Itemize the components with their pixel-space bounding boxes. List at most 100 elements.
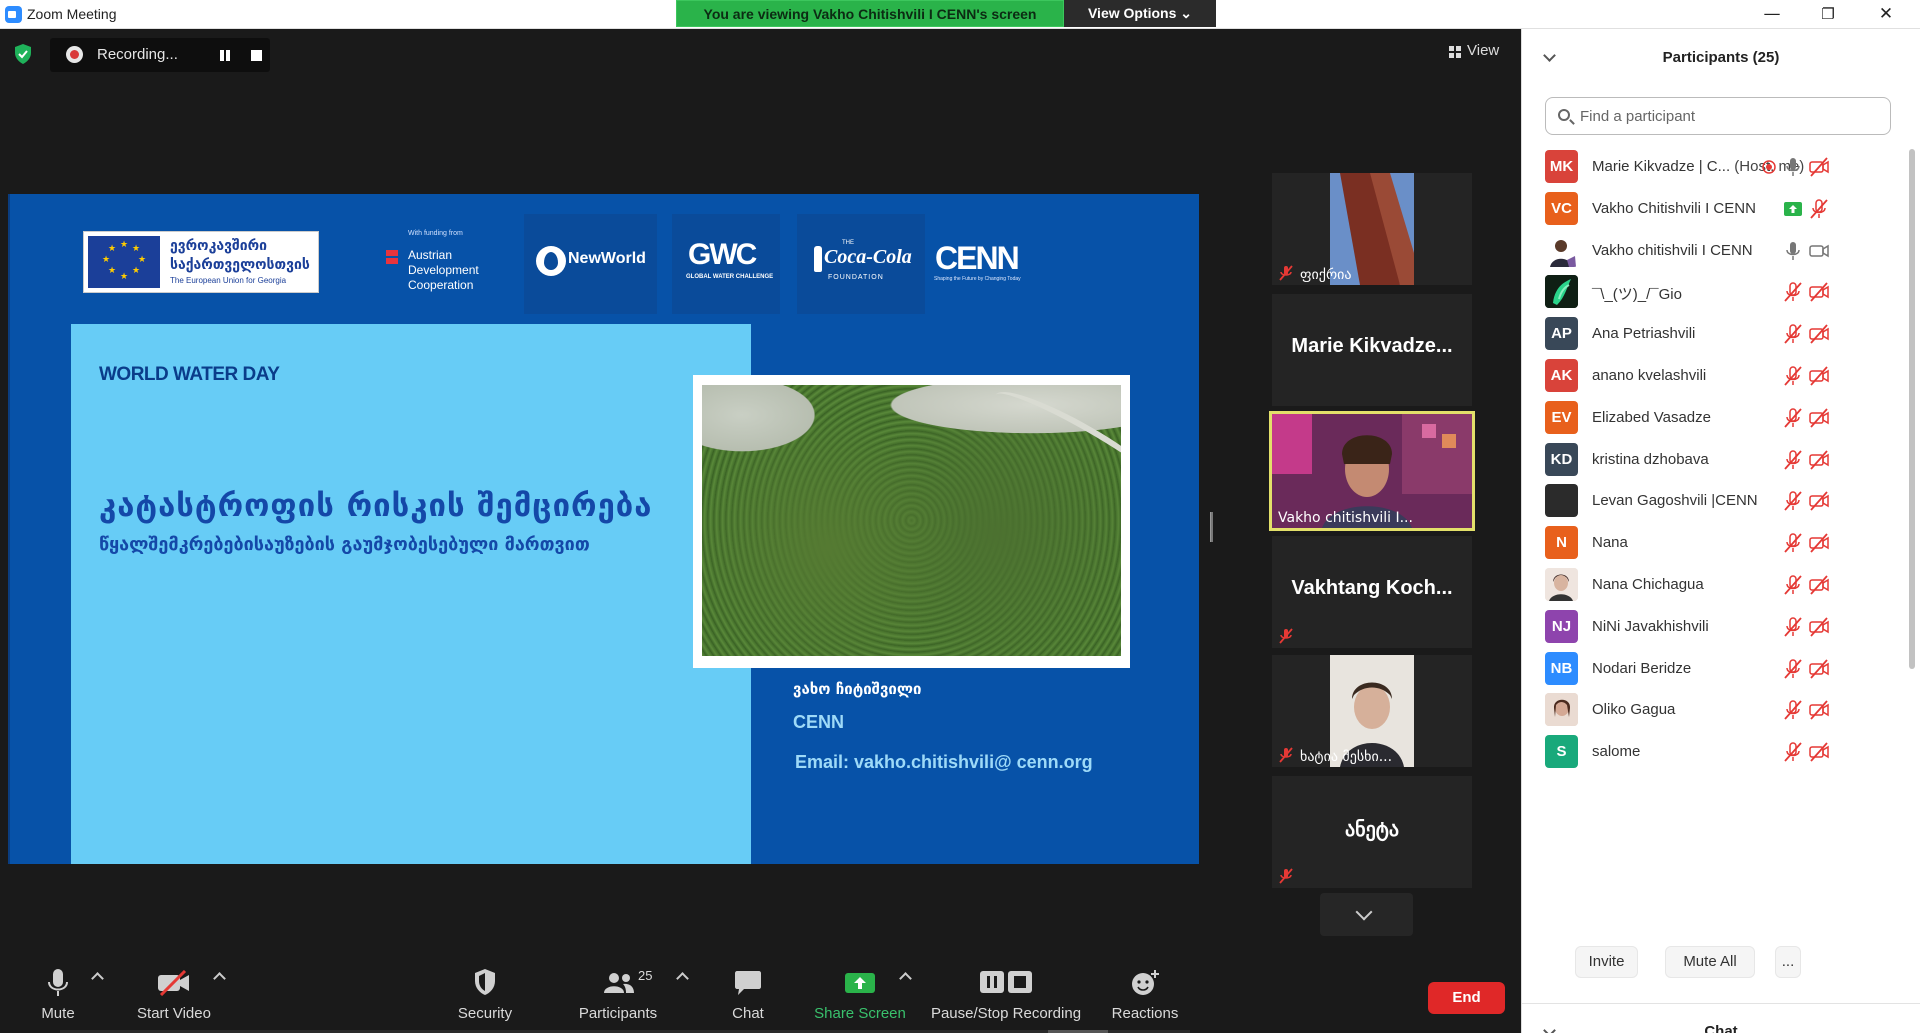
mic-muted-icon[interactable] — [1782, 532, 1804, 554]
reactions-button[interactable]: Reactions — [1102, 958, 1188, 1033]
participant-name-text: Levan Gagoshvili |CENN — [1592, 492, 1758, 510]
participant-avatar: VC — [1545, 191, 1578, 225]
video-off-icon[interactable] — [1808, 449, 1830, 471]
eu-logo-line2: საქართველოსთვის — [170, 257, 310, 273]
screen-share-banner: You are viewing Vakho Chitishvili I CENN… — [676, 0, 1064, 27]
coke-bottle-icon — [814, 246, 822, 272]
cenn-tagline: Shaping the Future by Changing Today — [934, 276, 1021, 282]
participant-name-text: Nana — [1592, 534, 1628, 552]
pause-stop-recording-button[interactable]: Pause/Stop Recording — [926, 958, 1086, 1033]
video-off-icon[interactable] — [1808, 658, 1830, 680]
participant-name-text: Marie Kikvadze | C... — [1592, 158, 1731, 175]
mic-muted-icon[interactable] — [1782, 407, 1804, 429]
video-tile[interactable]: ანეტა — [1272, 776, 1472, 888]
participant-name: kristina dzhobava — [1592, 451, 1709, 468]
mic-muted-icon[interactable] — [1782, 490, 1804, 512]
mute-all-button[interactable]: Mute All — [1665, 946, 1755, 978]
video-tile[interactable]: ხატია მესხი... — [1272, 655, 1472, 767]
mic-muted-icon[interactable] — [1782, 323, 1804, 345]
participant-avatar: NJ — [1545, 609, 1578, 643]
slide-subtitle: წყალშემკრებებისაუზების გაუმჯობესებული მა… — [99, 534, 590, 555]
video-off-icon[interactable] — [1808, 574, 1830, 596]
ada-line1: Austrian — [408, 248, 453, 262]
mic-muted-icon[interactable] — [1782, 658, 1804, 680]
security-button[interactable]: Security — [449, 958, 521, 1033]
video-off-icon[interactable] — [1808, 532, 1830, 554]
video-off-icon[interactable] — [1808, 365, 1830, 387]
participant-name: Nana — [1592, 534, 1628, 551]
tile-name: ანეტა — [1344, 819, 1399, 841]
video-tile[interactable]: ფიქრია — [1272, 173, 1472, 285]
video-camera-icon[interactable] — [1808, 240, 1830, 262]
participant-name: Nodari Beridze — [1592, 660, 1691, 677]
end-meeting-button[interactable]: End — [1428, 982, 1505, 1014]
author-organization: CENN — [793, 712, 845, 732]
mic-muted-icon[interactable] — [1782, 616, 1804, 638]
stop-recording-icon[interactable] — [251, 50, 262, 61]
pause-stop-recording-icon — [980, 971, 1032, 993]
view-options-button[interactable]: View Options ⌄ — [1064, 0, 1216, 27]
video-off-icon[interactable] — [1808, 156, 1830, 178]
video-off-icon[interactable] — [1808, 323, 1830, 345]
tile-name: ფიქრია — [1300, 267, 1352, 283]
video-off-icon[interactable] — [1808, 281, 1830, 303]
participant-name-text: Nana Chichagua — [1592, 576, 1704, 593]
mic-muted-icon[interactable] — [1782, 365, 1804, 387]
search-icon — [1558, 109, 1570, 121]
view-button[interactable]: View — [1467, 42, 1499, 59]
participant-search[interactable] — [1545, 97, 1891, 135]
mic-muted-icon[interactable] — [1782, 574, 1804, 596]
participant-search-input[interactable] — [1580, 105, 1880, 127]
pause-recording-icon[interactable] — [218, 48, 232, 62]
participant-row[interactable]: Ssalome — [1522, 727, 1902, 778]
microphone-icon[interactable] — [1782, 156, 1804, 178]
panel-splitter-handle[interactable] — [1210, 512, 1213, 542]
video-off-icon[interactable] — [1808, 490, 1830, 512]
close-button[interactable]: ✕ — [1858, 0, 1914, 29]
grid-view-icon[interactable] — [1449, 46, 1461, 58]
forest-image — [702, 385, 1121, 656]
author-name: ვახო ჩიტიშვილი — [793, 680, 922, 698]
minimize-button[interactable]: — — [1744, 0, 1800, 29]
video-off-icon[interactable] — [1808, 616, 1830, 638]
ada-line3: Cooperation — [408, 278, 474, 292]
participants-icon — [604, 973, 634, 993]
more-options-button[interactable]: ... — [1775, 946, 1801, 978]
participant-avatar — [1545, 693, 1578, 727]
mic-muted-icon — [1279, 868, 1293, 884]
mic-muted-icon[interactable] — [1782, 741, 1804, 763]
mute-button[interactable]: Mute — [22, 958, 94, 1033]
video-tile[interactable]: Vakhtang Koch... — [1272, 536, 1472, 648]
video-tile-active-speaker[interactable]: Vakho chitishvili I... — [1269, 411, 1475, 531]
start-video-button[interactable]: Start Video — [130, 958, 218, 1033]
participant-avatar: MK — [1545, 150, 1578, 183]
tile-name: Vakhtang Koch... — [1291, 577, 1453, 599]
tile-name: Marie Kikvadze... — [1291, 335, 1453, 357]
encryption-shield-icon[interactable] — [13, 43, 33, 65]
video-off-icon[interactable] — [1808, 741, 1830, 763]
pause-stop-recording-label: Pause/Stop Recording — [930, 1005, 1082, 1022]
invite-button[interactable]: Invite — [1575, 946, 1638, 978]
shared-screen: ★ ★ ★ ★ ★ ★ ★ ★ ევროკავშირი საქართველოსთვის T… — [8, 194, 1199, 864]
mic-muted-icon[interactable] — [1782, 699, 1804, 721]
participant-list-scrollbar[interactable] — [1909, 149, 1915, 669]
video-off-icon[interactable] — [1808, 407, 1830, 429]
maximize-button[interactable]: ❐ — [1800, 0, 1856, 29]
participants-options-caret-icon[interactable] — [676, 972, 689, 985]
tiles-scroll-down-button[interactable] — [1320, 893, 1413, 936]
slide-title: კატასტროფის რისკის შემცირება — [99, 488, 653, 524]
mic-muted-icon[interactable] — [1808, 198, 1830, 220]
mic-muted-icon[interactable] — [1782, 281, 1804, 303]
share-screen-button[interactable]: Share Screen — [810, 958, 910, 1033]
video-off-icon[interactable] — [1808, 699, 1830, 721]
chat-button[interactable]: Chat — [712, 958, 784, 1033]
austria-flag-icon — [386, 250, 398, 264]
video-tile[interactable]: Marie Kikvadze... — [1272, 294, 1472, 406]
ada-line2: Development — [408, 263, 479, 277]
eu-logo-line3: The European Union for Georgia — [170, 276, 287, 285]
mic-muted-icon[interactable] — [1782, 449, 1804, 471]
participants-button[interactable]: 25 Participants — [573, 958, 663, 1033]
recording-icon — [1762, 160, 1776, 174]
microphone-icon[interactable] — [1782, 240, 1804, 262]
slide-light-panel — [71, 324, 751, 864]
